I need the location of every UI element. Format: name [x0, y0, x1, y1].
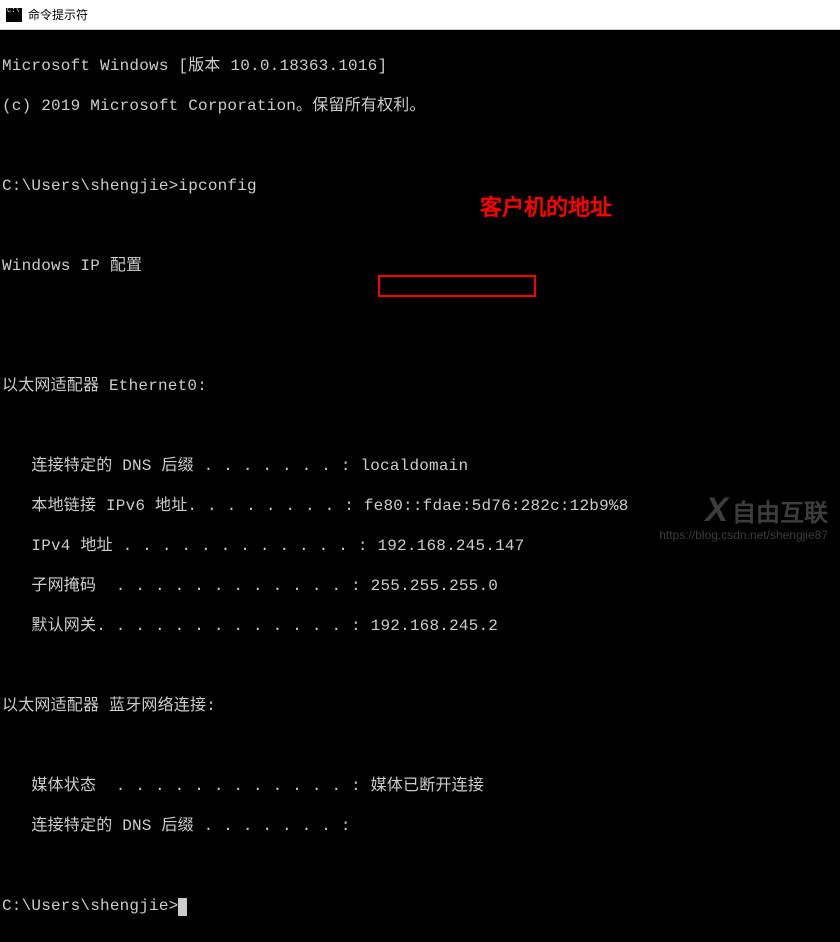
window-title: 命令提示符 [28, 6, 88, 23]
ipv6-label: 本地链接 IPv6 地址. . . . . . . . : [2, 497, 354, 515]
ipv4-value: 192.168.245.147 [368, 537, 525, 555]
ipv6-row: 本地链接 IPv6 地址. . . . . . . . : fe80::fdae… [2, 496, 838, 516]
adapter-ethernet-header: 以太网适配器 Ethernet0: [2, 376, 838, 396]
bt-dns-row: 连接特定的 DNS 后缀 . . . . . . . : [2, 816, 838, 836]
terminal-output[interactable]: Microsoft Windows [版本 10.0.18363.1016] (… [0, 30, 840, 942]
blank-line [2, 856, 838, 876]
subnet-value: 255.255.255.0 [361, 577, 498, 595]
ipconfig-header: Windows IP 配置 [2, 256, 838, 276]
gateway-label: 默认网关. . . . . . . . . . . . . : [2, 617, 361, 635]
media-state-label: 媒体状态 . . . . . . . . . . . . : [2, 777, 361, 795]
copyright-line: (c) 2019 Microsoft Corporation。保留所有权利。 [2, 96, 838, 116]
media-state-row: 媒体状态 . . . . . . . . . . . . : 媒体已断开连接 [2, 776, 838, 796]
media-state-value: 媒体已断开连接 [361, 777, 484, 795]
dns-suffix-label: 连接特定的 DNS 后缀 . . . . . . . : [2, 457, 351, 475]
subnet-label: 子网掩码 . . . . . . . . . . . . : [2, 577, 361, 595]
blank-line [2, 296, 838, 316]
ipv4-label: IPv4 地址 . . . . . . . . . . . . : [2, 537, 368, 555]
cmd-icon [6, 8, 22, 22]
blank-line [2, 216, 838, 236]
prompt-ipconfig: C:\Users\shengjie>ipconfig [2, 176, 838, 196]
cursor [178, 898, 187, 916]
gateway-row: 默认网关. . . . . . . . . . . . . : 192.168.… [2, 616, 838, 636]
gateway-value: 192.168.245.2 [361, 617, 498, 635]
dns-suffix-row: 连接特定的 DNS 后缀 . . . . . . . : localdomain [2, 456, 838, 476]
prompt-current: C:\Users\shengjie> [2, 896, 838, 916]
prompt-path: C:\Users\shengjie> [2, 897, 178, 915]
ipv6-value: fe80::fdae:5d76:282c:12b9%8 [354, 497, 628, 515]
window-titlebar[interactable]: 命令提示符 [0, 0, 840, 30]
adapter-bluetooth-header: 以太网适配器 蓝牙网络连接: [2, 696, 838, 716]
blank-line [2, 736, 838, 756]
blank-line [2, 336, 838, 356]
blank-line [2, 416, 838, 436]
dns-suffix-value: localdomain [351, 457, 469, 475]
ipv4-row: IPv4 地址 . . . . . . . . . . . . : 192.16… [2, 536, 838, 556]
blank-line [2, 136, 838, 156]
version-line: Microsoft Windows [版本 10.0.18363.1016] [2, 56, 838, 76]
subnet-row: 子网掩码 . . . . . . . . . . . . : 255.255.2… [2, 576, 838, 596]
blank-line [2, 656, 838, 676]
